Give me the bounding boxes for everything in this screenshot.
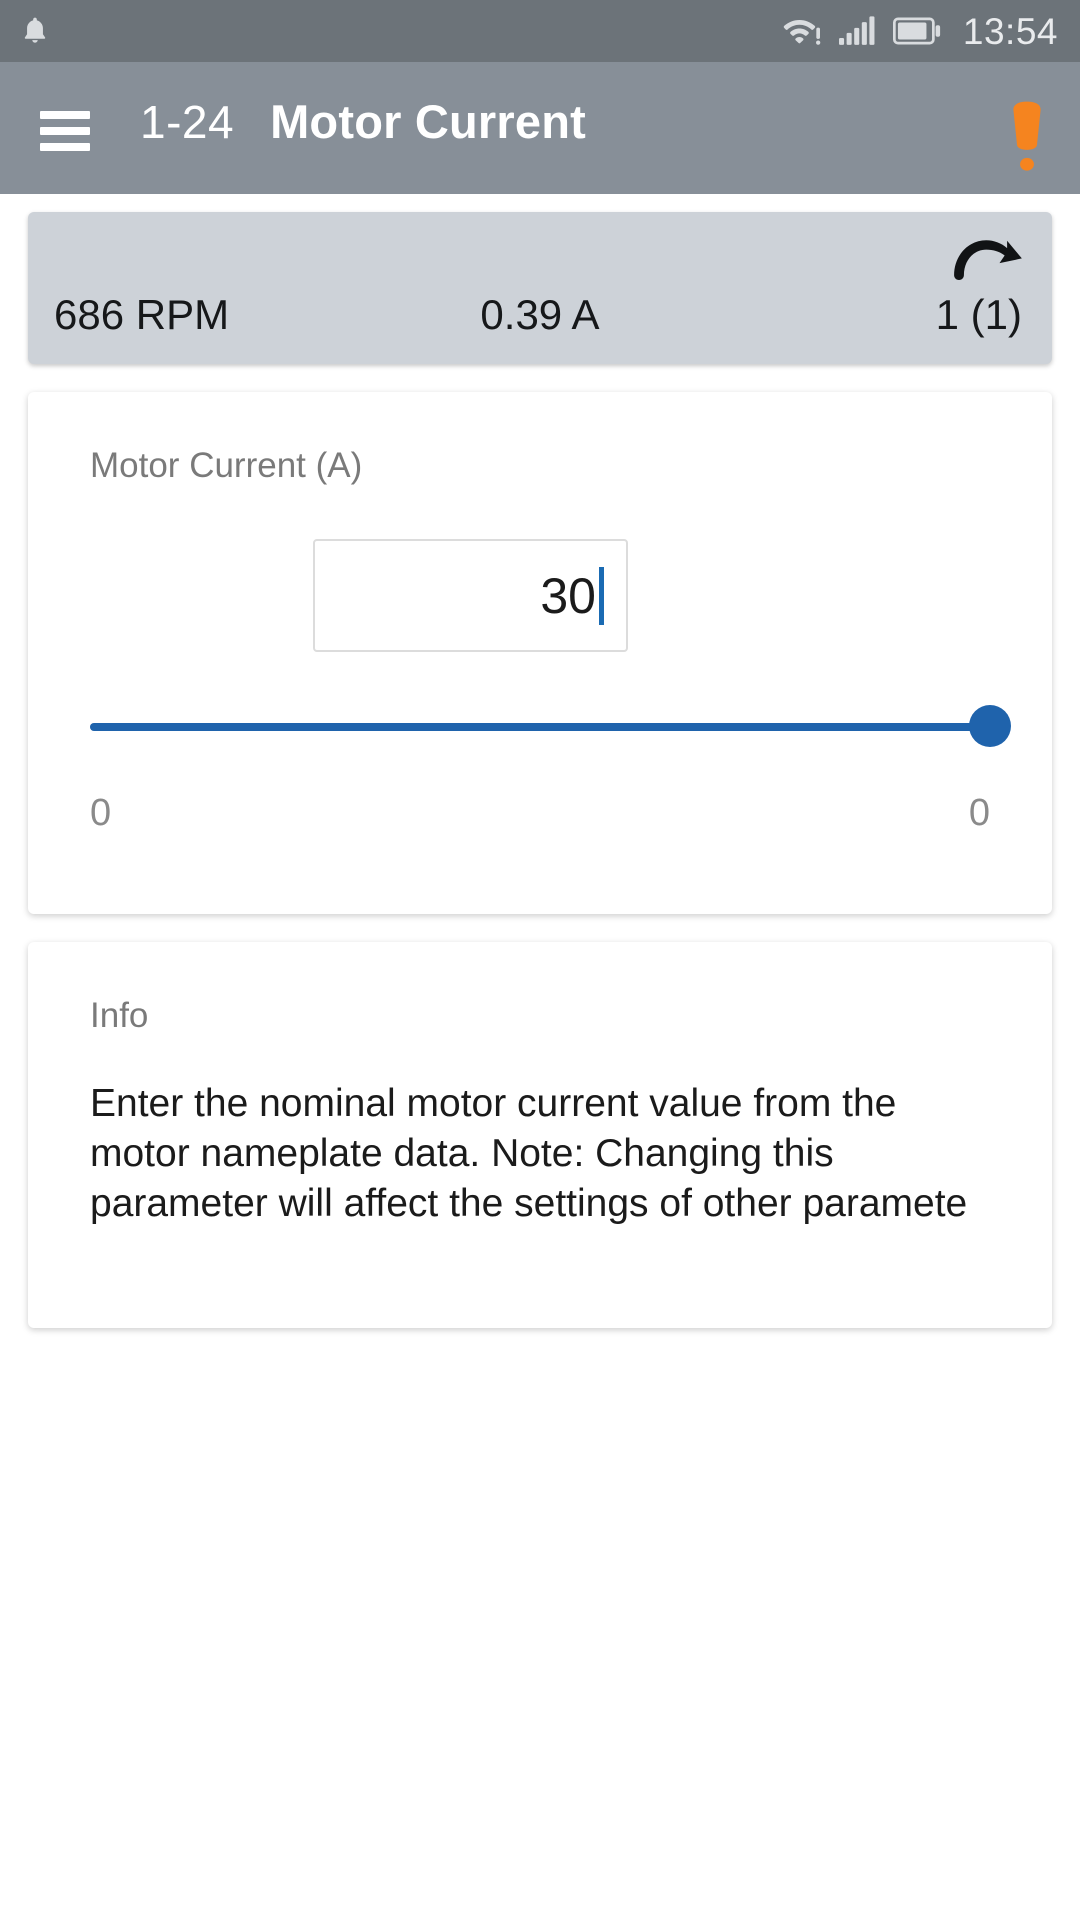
parameter-id: 1-24 <box>140 95 235 148</box>
drive-current-value: 0.39 A <box>480 291 600 338</box>
system-status-bar: 13:54 <box>0 0 1080 62</box>
slider-fill <box>90 723 990 731</box>
battery-icon <box>892 17 941 45</box>
drive-speed-value: 686 RPM <box>54 291 230 338</box>
status-bar-left <box>18 13 52 49</box>
hamburger-bar-2 <box>40 127 90 135</box>
parameter-card: Motor Current (A) 30 0 0 <box>28 392 1052 914</box>
app-bar: 1-24 Motor Current <box>0 62 1080 194</box>
status-bar-right: 13:54 <box>783 13 1058 50</box>
drive-status-strip: 686 RPM 0.39 A 1 (1) <box>28 212 1052 364</box>
app-screen: 13:54 1-24 Motor Current 686 RPM 0.39 A … <box>0 0 1080 1920</box>
alert-exclamation-icon[interactable] <box>1010 100 1044 172</box>
parameter-slider[interactable] <box>90 705 1011 749</box>
hamburger-menu-icon[interactable] <box>40 111 90 151</box>
bell-icon <box>24 17 46 43</box>
parameter-card-label: Motor Current (A) <box>90 446 363 485</box>
parameter-value-text: 30 <box>540 567 596 624</box>
cellular-signal-icon <box>838 16 875 45</box>
content-stage: 686 RPM 0.39 A 1 (1) Motor Current (A) 3… <box>0 212 1080 1328</box>
hamburger-bar-1 <box>40 111 90 119</box>
slider-min-label: 0 <box>90 792 112 834</box>
page-title: Motor Current <box>270 94 586 148</box>
parameter-value-input[interactable]: 30 <box>313 539 628 652</box>
hamburger-bar-3 <box>40 143 90 151</box>
wifi-warning-icon <box>783 19 821 45</box>
app-bar-title-group: 1-24 Motor Current <box>140 94 586 149</box>
status-bar-clock: 13:54 <box>962 10 1058 52</box>
info-card-text: Enter the nominal motor current value fr… <box>90 1082 968 1225</box>
info-card-label: Info <box>90 996 149 1035</box>
rotate-clockwise-icon <box>954 240 1022 281</box>
info-card: Info Enter the nominal motor current val… <box>28 942 1052 1328</box>
text-cursor <box>599 566 604 625</box>
slider-max-label: 0 <box>968 792 990 834</box>
drive-state-value: 1 (1) <box>935 291 1022 338</box>
slider-thumb[interactable] <box>969 705 1011 747</box>
slider-range-labels: 0 0 <box>90 794 990 832</box>
